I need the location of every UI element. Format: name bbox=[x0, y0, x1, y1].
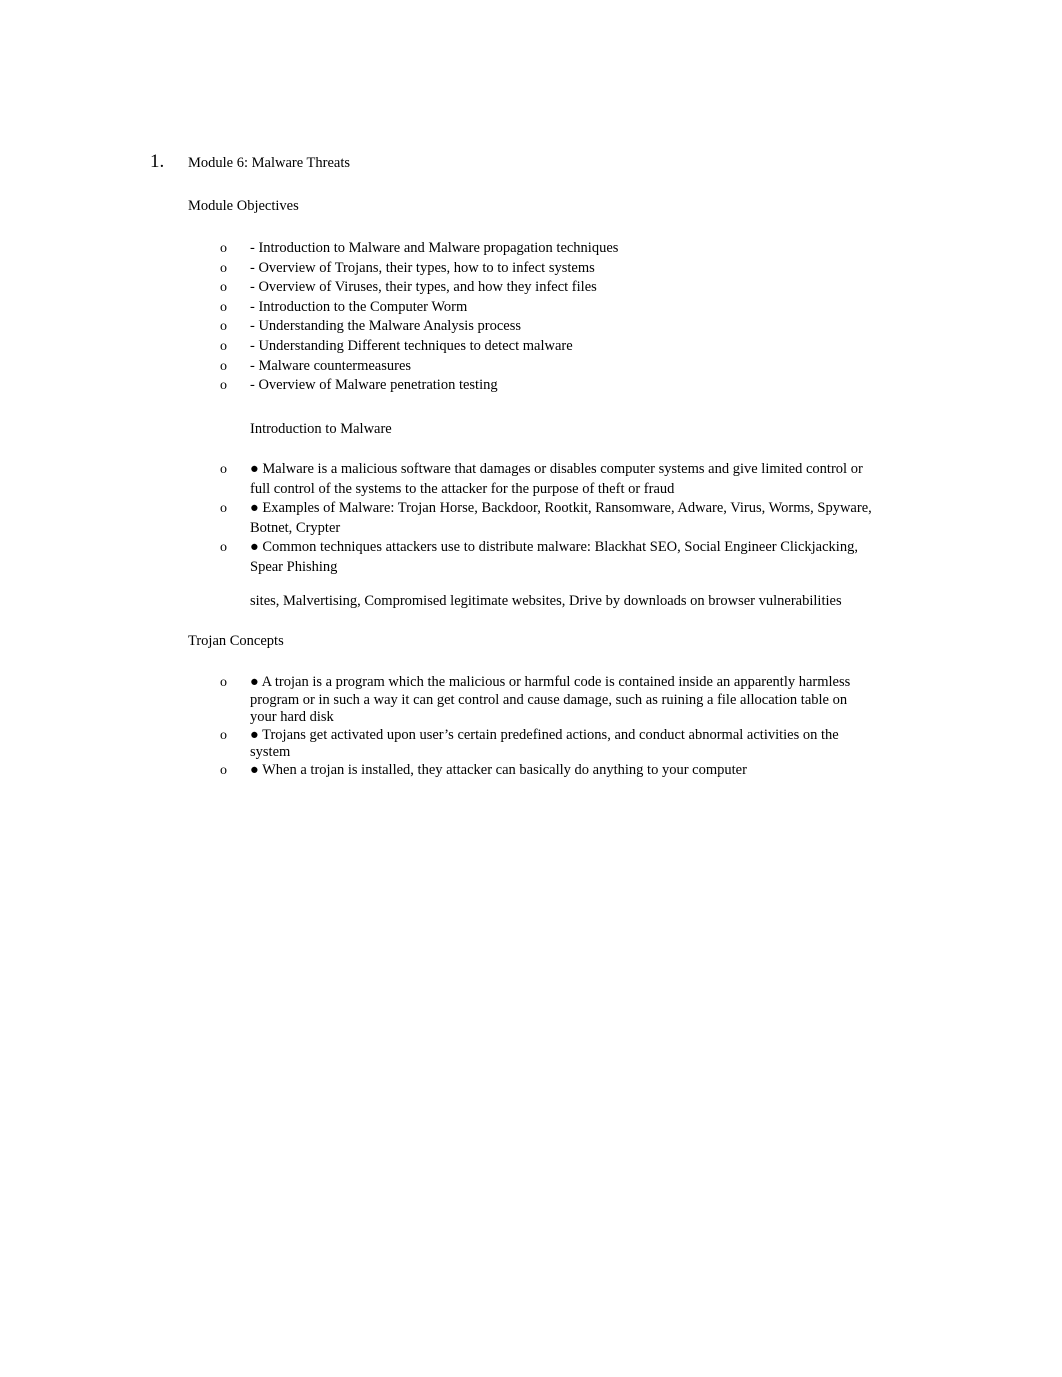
section-heading-module-objectives: Module Objectives bbox=[188, 198, 299, 214]
circle-bullet-icon: o bbox=[220, 675, 227, 690]
list-item-label: - Overview of Viruses, their types, and … bbox=[250, 279, 597, 296]
circle-bullet-icon: o bbox=[220, 319, 227, 335]
list-item: o - Understanding Different techniques to… bbox=[150, 337, 910, 357]
list-item-label: - Overview of Trojans, their types, how … bbox=[250, 259, 595, 276]
ordered-list-marker: 1. bbox=[150, 151, 165, 172]
list-item-label: ● Examples of Malware: Trojan Horse, Bac… bbox=[250, 500, 872, 536]
circle-bullet-icon: o bbox=[220, 378, 227, 394]
circle-bullet-icon: o bbox=[220, 338, 227, 354]
section-heading-trojan-concepts: Trojan Concepts bbox=[188, 633, 284, 649]
list-item: o ● A trojan is a program which the malic… bbox=[150, 674, 910, 727]
intro-trailing-paragraph: sites, Malvertising, Compromised legitim… bbox=[250, 593, 842, 609]
list-item: o - Overview of Trojans, their types, how… bbox=[150, 259, 910, 279]
list-item: o ● Malware is a malicious software that … bbox=[150, 460, 910, 499]
circle-bullet-icon: o bbox=[220, 727, 227, 743]
circle-bullet-icon: o bbox=[220, 358, 227, 374]
circle-bullet-icon: o bbox=[220, 501, 227, 517]
list-item-label: ● A trojan is a program which the malici… bbox=[250, 674, 851, 725]
list-item-label: ● Trojans get activated upon user’s cert… bbox=[250, 726, 839, 761]
list-item: o - Malware countermeasures bbox=[150, 357, 910, 377]
list-item: o - Overview of Viruses, their types, and… bbox=[150, 278, 910, 298]
list-item: o - Introduction to Malware and Malware p… bbox=[150, 239, 910, 259]
list-item: o - Introduction to the Computer Worm bbox=[150, 298, 910, 318]
circle-bullet-icon: o bbox=[220, 462, 227, 477]
objectives-list: o - Introduction to Malware and Malware p… bbox=[150, 239, 910, 396]
list-item: o - Overview of Malware penetration testi… bbox=[150, 376, 910, 396]
list-item: o - Understanding the Malware Analysis pr… bbox=[150, 317, 910, 337]
list-item-label: - Understanding Different techniques to … bbox=[250, 337, 573, 354]
list-item-label: - Overview of Malware penetration testin… bbox=[250, 377, 498, 394]
list-item-label: ● Common techniques attackers use to dis… bbox=[250, 539, 858, 575]
top-level-list-item: 1. Module 6: Malware Threats bbox=[150, 152, 910, 173]
page-title-row: 1. Module 6: Malware Threats bbox=[150, 152, 910, 173]
document-page: 1. Module 6: Malware Threats Module Obje… bbox=[0, 0, 1062, 1377]
circle-bullet-icon: o bbox=[220, 241, 227, 256]
circle-bullet-icon: o bbox=[220, 299, 227, 315]
circle-bullet-icon: o bbox=[220, 260, 227, 276]
circle-bullet-icon: o bbox=[220, 280, 227, 296]
circle-bullet-icon: o bbox=[220, 540, 227, 556]
list-item: o ● Trojans get activated upon user’s cer… bbox=[150, 727, 910, 762]
list-item: o ● When a trojan is installed, they atta… bbox=[150, 762, 910, 780]
list-item-label: - Introduction to Malware and Malware pr… bbox=[250, 240, 619, 256]
trojan-concepts-list: o ● A trojan is a program which the malic… bbox=[150, 674, 910, 779]
list-item: o ● Examples of Malware: Trojan Horse, Ba… bbox=[150, 499, 910, 538]
list-item-label: ● Malware is a malicious software that d… bbox=[250, 461, 863, 497]
list-item-label: ● When a trojan is installed, they attac… bbox=[250, 761, 747, 778]
circle-bullet-icon: o bbox=[220, 762, 227, 778]
introduction-to-malware-list: o ● Malware is a malicious software that … bbox=[150, 460, 910, 578]
sub-heading-introduction-to-malware: Introduction to Malware bbox=[250, 421, 392, 437]
list-item-label: - Understanding the Malware Analysis pro… bbox=[250, 318, 522, 335]
list-item: o ● Common techniques attackers use to di… bbox=[150, 538, 910, 577]
list-item-label: - Malware countermeasures bbox=[250, 357, 412, 374]
page-title: Module 6: Malware Threats bbox=[188, 155, 351, 171]
list-item-label: - Introduction to the Computer Worm bbox=[250, 298, 468, 315]
